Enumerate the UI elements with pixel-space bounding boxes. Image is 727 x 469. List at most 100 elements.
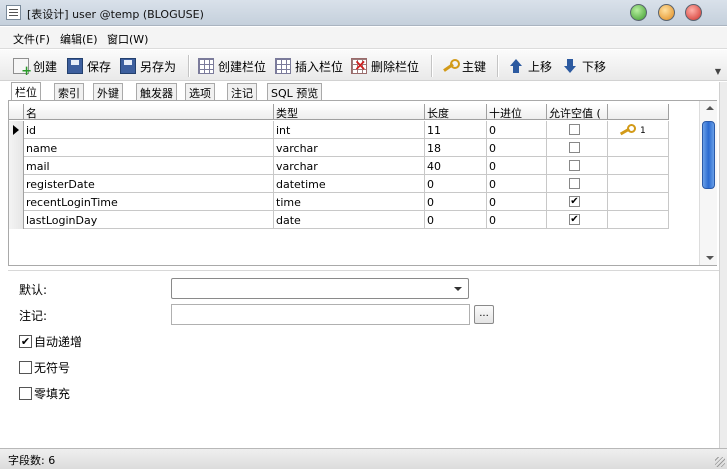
cell-name[interactable]: lastLoginDay [24, 211, 274, 229]
cell-decimals[interactable]: 0 [487, 211, 547, 229]
header-type[interactable]: 类型 [274, 104, 425, 120]
save-as-button[interactable]: 另存为 [120, 56, 176, 76]
tab-indexes[interactable]: 索引 [54, 83, 84, 100]
tab-sql-preview[interactable]: SQL 预览 [267, 83, 323, 100]
cell-key[interactable] [608, 193, 669, 211]
tab-foreign-keys[interactable]: 外键 [93, 83, 123, 100]
toolbar-overflow-icon[interactable]: ▼ [715, 67, 721, 76]
row-selector[interactable] [9, 193, 24, 211]
table-row[interactable]: id int 11 0 1 [9, 121, 669, 139]
grid-header: 名 类型 长度 十进位 允许空值 ( [9, 104, 669, 120]
cell-decimals[interactable]: 0 [487, 193, 547, 211]
insert-column-button[interactable]: 插入栏位 [275, 56, 343, 76]
zerofill-checkbox[interactable] [19, 386, 32, 400]
scroll-down-icon[interactable] [706, 256, 714, 260]
table-row[interactable]: registerDate datetime 0 0 [9, 175, 669, 193]
row-selector[interactable] [9, 175, 24, 193]
header-length[interactable]: 长度 [425, 104, 487, 120]
scroll-thumb[interactable] [702, 121, 715, 189]
title-bar: [表设计] user @temp (BLOGUSE) [0, 0, 727, 26]
save-as-label: 另存为 [140, 59, 177, 74]
delete-column-button[interactable]: 删除栏位 [351, 56, 419, 76]
cell-type[interactable]: datetime [274, 175, 425, 193]
cell-key[interactable]: 1 [608, 121, 669, 139]
maximize-button[interactable] [658, 4, 675, 21]
tab-triggers[interactable]: 触发器 [136, 83, 177, 100]
cell-allow-null [547, 175, 608, 193]
header-key[interactable] [608, 104, 669, 120]
cell-length[interactable]: 0 [425, 175, 487, 193]
cell-name[interactable]: id [24, 121, 274, 139]
row-selector[interactable] [9, 211, 24, 229]
primary-key-button[interactable]: 主键 [442, 56, 486, 76]
create-column-button[interactable]: 创建栏位 [198, 56, 266, 76]
cell-decimals[interactable]: 0 [487, 121, 547, 139]
allow-null-checkbox[interactable]: ✔ [569, 196, 580, 207]
cell-type[interactable]: date [274, 211, 425, 229]
comment-field[interactable] [171, 304, 470, 325]
cell-type[interactable]: varchar [274, 139, 425, 157]
scroll-up-icon[interactable] [706, 106, 714, 110]
cell-length[interactable]: 18 [425, 139, 487, 157]
auto-increment-checkbox[interactable]: ✔ [19, 334, 32, 348]
tab-columns[interactable]: 栏位 [11, 82, 41, 100]
zerofill-option[interactable]: 零填充 [19, 385, 70, 401]
cell-decimals[interactable]: 0 [487, 139, 547, 157]
allow-null-checkbox[interactable] [569, 142, 580, 153]
cell-key[interactable] [608, 211, 669, 229]
header-allow-null[interactable]: 允许空值 ( [547, 104, 608, 120]
default-select[interactable] [171, 278, 469, 299]
allow-null-checkbox[interactable]: ✔ [569, 214, 580, 225]
allow-null-checkbox[interactable] [569, 178, 580, 189]
auto-increment-label: 自动递增 [34, 334, 83, 349]
cell-decimals[interactable]: 0 [487, 157, 547, 175]
allow-null-checkbox[interactable] [569, 124, 580, 135]
header-name[interactable]: 名 [24, 104, 274, 120]
resize-grip-icon[interactable] [715, 457, 725, 467]
tab-options[interactable]: 选项 [185, 83, 215, 100]
cell-name[interactable]: mail [24, 157, 274, 175]
cell-length[interactable]: 11 [425, 121, 487, 139]
table-row[interactable]: lastLoginDay date 0 0 ✔ [9, 211, 669, 229]
unsigned-option[interactable]: 无符号 [19, 359, 70, 375]
cell-length[interactable]: 0 [425, 211, 487, 229]
cell-type[interactable]: varchar [274, 157, 425, 175]
toolbar-separator [431, 55, 432, 77]
table-row[interactable]: name varchar 18 0 [9, 139, 669, 157]
cell-type[interactable]: int [274, 121, 425, 139]
allow-null-checkbox[interactable] [569, 160, 580, 171]
cell-length[interactable]: 0 [425, 193, 487, 211]
move-down-button[interactable]: 下移 [562, 56, 606, 76]
menu-edit[interactable]: 编辑(E) [60, 31, 98, 47]
vertical-scrollbar[interactable] [699, 101, 717, 265]
cell-type[interactable]: time [274, 193, 425, 211]
header-decimals[interactable]: 十进位 [487, 104, 547, 120]
comment-browse-button[interactable]: ... [474, 305, 494, 324]
row-selector[interactable] [9, 121, 24, 139]
menu-window[interactable]: 窗口(W) [107, 31, 148, 47]
cell-allow-null: ✔ [547, 193, 608, 211]
menu-file[interactable]: 文件(F) [13, 31, 50, 47]
cell-name[interactable]: recentLoginTime [24, 193, 274, 211]
cell-key[interactable] [608, 157, 669, 175]
cell-key[interactable] [608, 139, 669, 157]
create-button[interactable]: 创建 [13, 56, 57, 79]
cell-key[interactable] [608, 175, 669, 193]
unsigned-checkbox[interactable] [19, 360, 32, 374]
move-up-button[interactable]: 上移 [508, 56, 552, 76]
cell-name[interactable]: name [24, 139, 274, 157]
minimize-button[interactable] [630, 4, 647, 21]
save-button[interactable]: 保存 [67, 56, 111, 76]
cell-decimals[interactable]: 0 [487, 175, 547, 193]
tab-comments[interactable]: 注记 [227, 83, 257, 100]
table-row[interactable]: mail varchar 40 0 [9, 157, 669, 175]
row-selector[interactable] [9, 139, 24, 157]
table-row[interactable]: recentLoginTime time 0 0 ✔ [9, 193, 669, 211]
cell-name[interactable]: registerDate [24, 175, 274, 193]
close-button[interactable] [685, 4, 702, 21]
auto-increment-option[interactable]: ✔ 自动递增 [19, 333, 82, 349]
create-column-icon [198, 58, 214, 74]
dropdown-arrow-icon[interactable] [454, 287, 462, 291]
row-selector[interactable] [9, 157, 24, 175]
cell-length[interactable]: 40 [425, 157, 487, 175]
